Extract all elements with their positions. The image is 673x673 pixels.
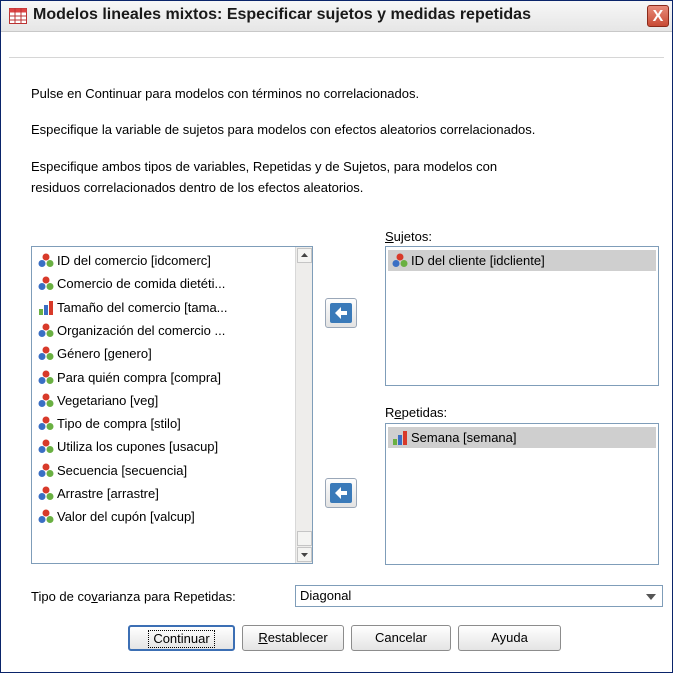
- reset-button[interactable]: Restablecer: [242, 625, 344, 651]
- list-item-label: Semana [semana]: [411, 430, 517, 445]
- scroll-down-button[interactable]: [297, 547, 312, 562]
- list-item-label: Organización del comercio ...: [57, 322, 226, 338]
- chevron-down-icon[interactable]: [646, 594, 656, 600]
- dialog-title: Modelos lineales mixtos: Especificar suj…: [33, 6, 531, 23]
- move-to-repeated-button[interactable]: [325, 478, 357, 508]
- scroll-thumb[interactable]: [297, 531, 312, 546]
- covariance-type-select[interactable]: Diagonal: [295, 585, 663, 607]
- instruction-text-2: Especifique la variable de sujetos para …: [31, 122, 536, 137]
- variables-list[interactable]: ID del comercio [idcomerc] Comercio de co…: [31, 246, 313, 564]
- help-button[interactable]: Ayuda: [458, 625, 561, 651]
- cancel-button[interactable]: Cancelar: [351, 625, 451, 651]
- subjects-label: Sujetos:: [385, 229, 432, 244]
- title-bar: Modelos lineales mixtos: Especificar suj…: [1, 1, 672, 32]
- dialog-window: Modelos lineales mixtos: Especificar suj…: [0, 0, 673, 673]
- subjects-list[interactable]: ID del cliente [idcliente]: [385, 246, 659, 386]
- instruction-text-3b: residuos correlacionados dentro de los e…: [31, 180, 364, 195]
- arrow-left-icon: [335, 487, 347, 499]
- close-button[interactable]: X: [647, 5, 669, 27]
- list-item-label: Tamaño del comercio [tama...: [57, 299, 228, 315]
- list-item-label: Arrastre [arrastre]: [57, 486, 159, 501]
- covariance-selected-value: Diagonal: [300, 588, 352, 603]
- repeated-list[interactable]: Semana [semana]: [385, 423, 659, 565]
- list-item-label: ID del cliente [idcliente]: [411, 253, 545, 268]
- list-item-label: Tipo de compra [stilo]: [57, 416, 181, 432]
- covariance-label: Tipo de covarianza para Repetidas:: [31, 589, 236, 604]
- list-item-label: Vegetariano [veg]: [57, 392, 159, 408]
- list-item-label: Valor del cupón [valcup]: [57, 509, 195, 525]
- arrow-left-icon: [335, 307, 347, 319]
- list-item-label: ID del comercio [idcomerc]: [57, 253, 211, 268]
- list-item-label: Para quién compra [compra]: [57, 369, 222, 385]
- move-to-subjects-button[interactable]: [325, 298, 357, 328]
- scroll-down-icon: [301, 553, 308, 557]
- scroll-up-icon: [301, 253, 308, 257]
- dialog-table-icon: [9, 8, 27, 24]
- dialog-body: Pulse en Continuar para modelos con térm…: [9, 57, 664, 669]
- repeated-label: Repetidas:: [385, 405, 448, 420]
- instruction-text-3a: Especifique ambos tipos de variables, Re…: [31, 159, 498, 174]
- instruction-text-1: Pulse en Continuar para modelos con térm…: [31, 86, 420, 101]
- list-item-label: Utiliza los cupones [usacup]: [57, 439, 219, 455]
- list-item-label: Secuencia [secuencia]: [57, 462, 188, 478]
- list-item-label: Género [genero]: [57, 346, 152, 362]
- variables-scrollbar[interactable]: [295, 247, 312, 563]
- list-item-label: Comercio de comida dietéti...: [57, 276, 226, 292]
- continue-button[interactable]: Continuar: [128, 625, 235, 651]
- scroll-up-button[interactable]: [297, 248, 312, 263]
